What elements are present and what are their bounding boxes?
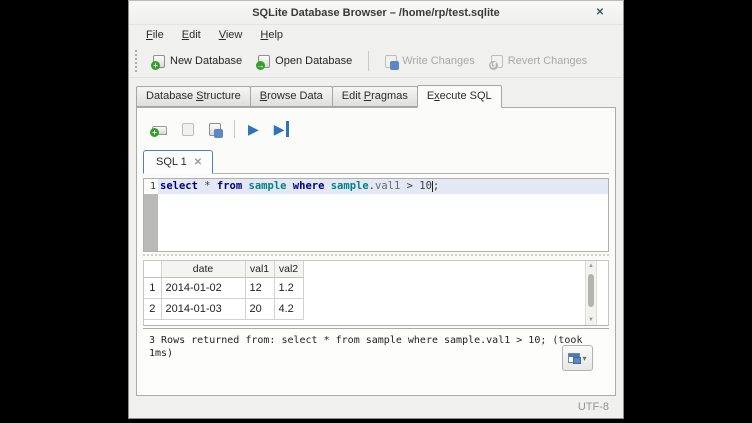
row-number: 1 [144, 277, 161, 298]
results-scrollbar[interactable]: ▲ ▼ [585, 261, 597, 325]
column-header[interactable]: val2 [274, 261, 303, 277]
table-cell[interactable]: 1.2 [274, 277, 303, 298]
code-token: from [217, 180, 242, 192]
menu-help[interactable]: Help [251, 27, 292, 43]
new-database-button[interactable]: + New Database [145, 51, 250, 72]
table-cell[interactable]: 12 [245, 277, 274, 298]
sql-tab-sql1[interactable]: SQL 1 ✕ [143, 150, 213, 174]
title-bar: SQLite Database Browser – /home/rp/test.… [129, 1, 623, 25]
new-sql-tab-icon[interactable]: + [152, 126, 167, 135]
tab-execute-sql[interactable]: Execute SQL [417, 85, 502, 108]
execute-sql-pane: + ▶ ▶ SQL 1 ✕ 1 select * from sample whe… [136, 107, 616, 396]
code-token: sample [331, 180, 369, 192]
code-line: select * from sample where sample.val1 >… [158, 179, 608, 194]
menu-bar: File Edit View Help [129, 25, 623, 45]
status-bar: UTF-8 [129, 396, 623, 418]
toolbar-grip[interactable] [135, 50, 141, 72]
results-header-row: dateval1val2 [144, 261, 303, 277]
query-status-message: 3 Rows returned from: select * from samp… [149, 334, 604, 360]
tab-database-structure[interactable]: Database Structure [136, 86, 251, 107]
sql-tab-bar: SQL 1 ✕ [143, 138, 609, 174]
code-token: val1 [375, 180, 400, 192]
encoding-label: UTF-8 [578, 401, 609, 413]
table-cell[interactable]: 2014-01-02 [161, 277, 245, 298]
scroll-up-icon[interactable]: ▲ [586, 263, 596, 269]
window-title: SQLite Database Browser – /home/rp/test.… [252, 7, 500, 19]
table-cell[interactable]: 4.2 [274, 298, 303, 319]
column-header[interactable]: val1 [245, 261, 274, 277]
scroll-down-icon[interactable]: ▼ [586, 317, 596, 323]
editor-text-area[interactable]: select * from sample where sample.val1 >… [158, 179, 608, 251]
main-toolbar: + New Database → Open Database Write Cha… [129, 45, 623, 78]
scrollbar-thumb[interactable] [588, 274, 594, 307]
results-grid: dateval1val2 12014-01-02121.222014-01-03… [143, 260, 609, 326]
sql-toolbar: + ▶ ▶ [143, 108, 609, 138]
menu-file[interactable]: File [137, 27, 173, 43]
write-changes-button: Write Changes [377, 51, 483, 72]
open-sql-file-icon [182, 123, 194, 136]
sql-editor[interactable]: 1 select * from sample where sample.val1… [143, 178, 609, 252]
column-header[interactable]: date [161, 261, 245, 277]
tab-browse-data[interactable]: Browse Data [250, 86, 333, 107]
write-changes-icon [385, 55, 397, 68]
results-table: dateval1val2 12014-01-02121.222014-01-03… [144, 261, 304, 320]
menu-edit[interactable]: Edit [173, 27, 210, 43]
table-row: 22014-01-03204.2 [144, 298, 303, 319]
code-token: where [293, 180, 325, 192]
toolbar-separator [368, 51, 369, 71]
execute-sql-icon[interactable]: ▶ [248, 121, 259, 137]
table-row: 12014-01-02121.2 [144, 277, 303, 298]
screen: SQLite Database Browser – /home/rp/test.… [0, 0, 752, 423]
editor-gutter: 1 [144, 179, 158, 251]
menu-view[interactable]: View [210, 27, 252, 43]
line-number: 1 [144, 179, 158, 194]
app-window: SQLite Database Browser – /home/rp/test.… [128, 0, 624, 419]
sql-tab-close-icon[interactable]: ✕ [194, 157, 202, 168]
code-token: * [198, 180, 217, 192]
save-sql-file-icon[interactable] [209, 123, 221, 136]
tab-edit-pragmas[interactable]: Edit Pragmas [332, 86, 418, 107]
row-number: 2 [144, 298, 161, 319]
revert-changes-icon: ↺ [491, 55, 503, 68]
execute-current-line-icon[interactable]: ▶ [274, 121, 289, 137]
code-token: select [160, 180, 198, 192]
new-database-icon: + [153, 55, 165, 68]
results-message-panel: 3 Rows returned from: select * from samp… [143, 328, 609, 395]
chevron-down-icon: ▾ [582, 354, 586, 363]
sql-toolbar-separator [234, 120, 235, 138]
corner-header [144, 261, 161, 277]
table-cell[interactable]: 2014-01-03 [161, 298, 245, 319]
open-database-icon: → [258, 55, 270, 68]
save-results-dropdown-button[interactable]: ▾ [562, 345, 593, 371]
close-icon[interactable]: ✕ [593, 6, 607, 20]
code-token: ; [433, 180, 439, 192]
code-token: > 10 [400, 180, 432, 192]
code-token: sample [249, 180, 287, 192]
table-cell[interactable]: 20 [245, 298, 274, 319]
revert-changes-button: ↺ Revert Changes [483, 51, 596, 72]
open-database-button[interactable]: → Open Database [250, 51, 360, 72]
save-view-icon [568, 353, 580, 363]
main-tab-bar: Database Structure Browse Data Edit Prag… [129, 78, 623, 107]
